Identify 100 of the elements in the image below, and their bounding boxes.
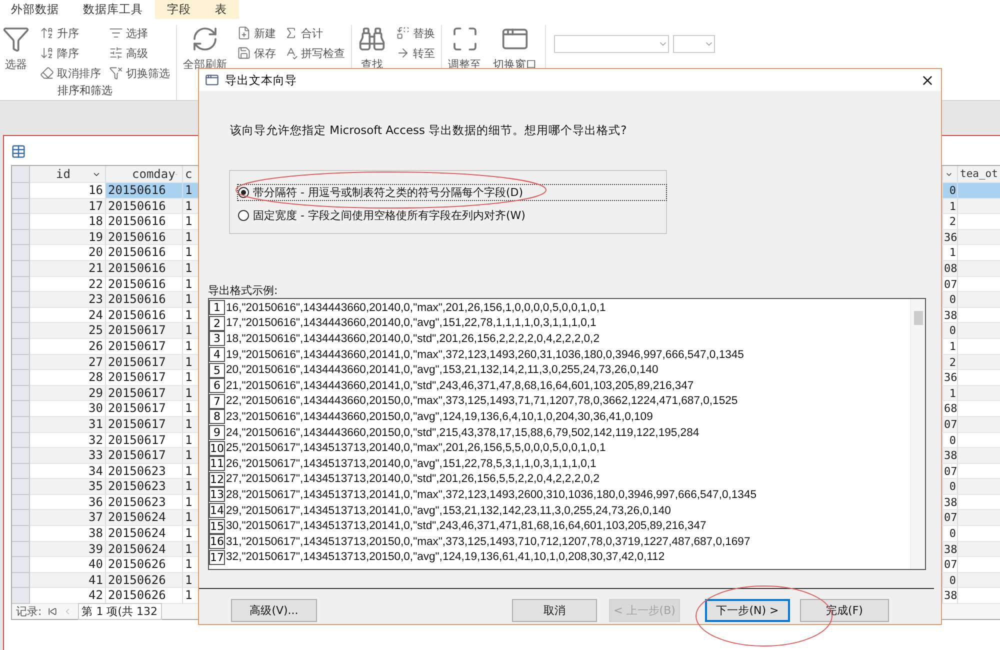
row-selector[interactable]	[12, 588, 30, 604]
row-selector[interactable]	[12, 432, 30, 448]
row-selector[interactable]	[12, 416, 30, 432]
row-selector[interactable]	[12, 386, 30, 402]
row-selector[interactable]	[12, 214, 30, 230]
row-selector[interactable]	[12, 448, 30, 464]
dialog-button[interactable]: 取消	[512, 599, 597, 622]
format-radio-option[interactable]: 固定宽度 - 字段之间使用空格使所有字段在列内对齐(W)	[238, 208, 658, 223]
dialog-button[interactable]: 下一步(N) >	[705, 599, 790, 622]
table-cell: 20150616	[106, 292, 183, 308]
ribbon-button[interactable]: 选器	[0, 25, 32, 72]
radio-button[interactable]	[238, 210, 249, 221]
line-number: 13	[209, 487, 225, 502]
column-header[interactable]: comday	[106, 166, 183, 183]
row-selector[interactable]	[12, 510, 30, 526]
dialog-button[interactable]: 高级(V)...	[231, 599, 317, 622]
row-selector[interactable]	[12, 198, 30, 214]
table-cell: 20150617	[106, 354, 183, 370]
row-selector[interactable]	[12, 542, 30, 558]
resize-icon	[450, 25, 478, 53]
scrollbar[interactable]	[910, 299, 925, 569]
table-cell: 20150617	[106, 401, 183, 417]
table-cell: 36	[30, 494, 106, 510]
table-cell: 32	[30, 432, 106, 448]
prompt-text: 该向导允许您指定 Microsoft Access 导出数据的细节。想用哪个导出格式?	[230, 123, 628, 138]
line-number: 15	[209, 518, 225, 534]
row-selector[interactable]	[12, 494, 30, 510]
ribbon-button[interactable]: 拼写检查	[284, 45, 345, 61]
table-cell: 20150623	[106, 464, 183, 480]
ribbon-button[interactable]: 保存	[237, 45, 276, 61]
table-cell: 20	[30, 245, 106, 261]
row-selector[interactable]	[12, 308, 30, 324]
row-selector[interactable]	[12, 260, 30, 277]
line-number: 6	[209, 378, 225, 394]
font-name-dropdown[interactable]	[554, 35, 669, 53]
row-selector[interactable]	[12, 479, 30, 495]
row-selector[interactable]	[12, 276, 30, 292]
table-cell: 20150616	[106, 214, 183, 230]
ribbon-button[interactable]: 选择	[109, 25, 170, 41]
table-cell: 40	[30, 557, 106, 573]
row-selector[interactable]	[12, 323, 30, 339]
ribbon-button[interactable]: 升序	[40, 25, 101, 41]
ribbon-button[interactable]: 取消排序	[40, 65, 101, 81]
table-cell: 16	[30, 183, 106, 199]
preview-line: 22,"20150616",1434443660,20150,0,"max",373,125,1493,71,71,1207,78,0,3662,1224,471,687,0,1525	[226, 395, 738, 408]
ribbon-button[interactable]: 转至	[396, 45, 435, 61]
ribbon-button[interactable]: 替换	[396, 25, 435, 41]
table-cell: 68	[943, 401, 958, 417]
table-cell: 34	[30, 464, 106, 480]
table-cell: 42	[30, 588, 106, 604]
table-cell: 20150626	[106, 557, 183, 573]
table-cell: 29	[30, 386, 106, 402]
ribbon-button[interactable]: 新建	[237, 25, 276, 41]
line-number: 14	[209, 503, 225, 518]
line-number: 11	[209, 456, 225, 472]
record-position-field[interactable]: 第 1 项(共 132	[78, 603, 162, 620]
row-selector[interactable]	[12, 557, 30, 573]
table-cell: 37	[30, 510, 106, 526]
ribbon-tab[interactable]: 字段	[155, 0, 203, 19]
row-selector[interactable]	[12, 572, 30, 588]
table-cell: 07	[943, 464, 958, 480]
column-header[interactable]: id	[30, 166, 106, 183]
table-cell: 38	[943, 542, 958, 558]
table-cell: 1	[943, 386, 958, 402]
row-selector[interactable]	[12, 526, 30, 542]
row-selector[interactable]	[12, 292, 30, 308]
row-selector[interactable]	[12, 245, 30, 261]
line-number: 7	[209, 394, 225, 409]
table-cell: 07	[943, 510, 958, 526]
column-header[interactable]	[943, 166, 958, 183]
format-radio-option[interactable]: 带分隔符 - 用逗号或制表符之类的符号分隔每个字段(D)	[238, 185, 666, 200]
table-icon	[11, 144, 26, 159]
ribbon-button[interactable]: 降序	[40, 45, 101, 61]
row-selector[interactable]	[12, 230, 30, 246]
line-number: 3	[209, 331, 225, 346]
table-cell: 39	[30, 542, 106, 558]
table-cell: 30	[30, 401, 106, 417]
preview-line: 18,"20150616",1434443660,20140,0,"std",201,26,156,2,2,2,2,0,4,2,2,2,0,2	[226, 332, 600, 345]
first-record-icon[interactable]	[48, 607, 57, 616]
ribbon-button[interactable]: 切换筛选	[109, 65, 170, 81]
ribbon-button[interactable]: 合计	[284, 25, 345, 41]
row-selector[interactable]	[12, 401, 30, 417]
select-all-corner[interactable]	[12, 166, 30, 183]
preview-line: 27,"20150617",1434513713,20140,0,"std",201,26,156,5,5,2,2,0,4,2,2,2,0,2	[226, 473, 600, 486]
ribbon-button[interactable]: 高级	[109, 45, 170, 61]
new-record-icon	[237, 26, 251, 40]
row-selector[interactable]	[12, 338, 30, 355]
row-selector[interactable]	[12, 183, 30, 199]
row-selector[interactable]	[12, 464, 30, 480]
sort-descending-icon	[40, 46, 54, 60]
binoculars-icon	[358, 25, 386, 53]
font-size-dropdown[interactable]	[673, 35, 715, 53]
line-number: 8	[209, 409, 225, 424]
table-cell: 20150617	[106, 432, 183, 448]
column-header[interactable]: tea_ot	[958, 166, 1000, 183]
ribbon-tab[interactable]: 表	[203, 0, 239, 19]
row-selector[interactable]	[12, 354, 30, 370]
row-selector[interactable]	[12, 370, 30, 386]
table-cell: 20150617	[106, 386, 183, 402]
table-cell: 25	[30, 323, 106, 339]
